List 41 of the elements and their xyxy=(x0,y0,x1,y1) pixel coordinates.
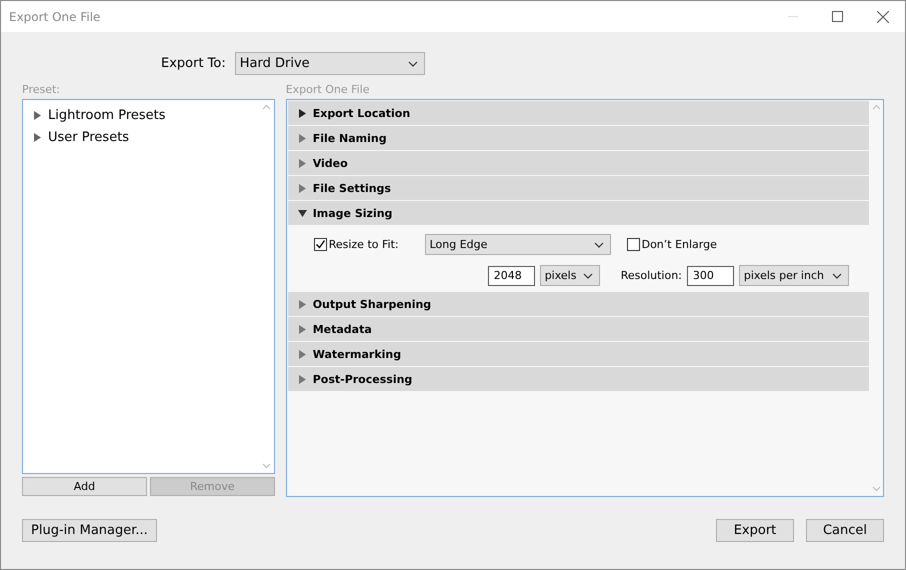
preset-folder[interactable]: User Presets xyxy=(33,126,250,148)
checkbox-label: Resize to Fit: xyxy=(328,238,399,251)
checkbox-label: Don’t Enlarge xyxy=(642,238,717,251)
minimize-icon[interactable] xyxy=(788,16,798,17)
export-button[interactable]: Export xyxy=(716,519,794,542)
scroll-up-icon[interactable] xyxy=(872,104,880,110)
window-title: Export One File xyxy=(9,10,102,24)
scroll-down-icon[interactable] xyxy=(872,486,880,492)
section-header[interactable]: Output Sharpening xyxy=(288,292,869,316)
scroll-down-icon[interactable] xyxy=(262,463,272,469)
section-header[interactable]: Metadata xyxy=(288,317,869,341)
unit-dropdown[interactable]: pixels xyxy=(540,265,600,286)
plugin-manager-button[interactable]: Plug-in Manager... xyxy=(22,519,157,542)
resolution-label: Resolution: xyxy=(620,269,682,282)
checkbox[interactable] xyxy=(314,238,327,251)
section-header[interactable]: File Naming xyxy=(288,126,869,150)
caret-icon xyxy=(582,272,593,278)
preset-label: Preset: xyxy=(22,83,62,98)
resolution-unit-dropdown[interactable]: pixels per inch xyxy=(738,265,849,286)
panel-label: Export One File xyxy=(286,83,371,98)
preset-folder[interactable]: Lightroom Presets xyxy=(33,104,250,126)
section-header[interactable]: Image Sizing xyxy=(288,201,869,225)
resolution-field[interactable]: 300 xyxy=(686,266,734,286)
export-to-label: Export To: xyxy=(161,56,226,71)
caret-icon xyxy=(408,60,418,66)
close-icon[interactable] xyxy=(876,10,888,22)
export-to-dropdown[interactable]: Hard Drive xyxy=(234,52,425,75)
cancel-button[interactable]: Cancel xyxy=(806,519,884,542)
section-header[interactable]: Export Location xyxy=(288,101,869,125)
maximize-icon[interactable] xyxy=(832,11,843,22)
caret-icon xyxy=(832,272,842,278)
caret-icon xyxy=(594,242,604,248)
section-header[interactable]: File Settings xyxy=(288,176,869,200)
fit-dropdown[interactable]: Long Edge xyxy=(424,234,611,255)
section-header[interactable]: Watermarking xyxy=(288,342,869,366)
add-button[interactable]: Add xyxy=(22,477,147,496)
scroll-up-icon[interactable] xyxy=(262,104,272,110)
section-header[interactable]: Video xyxy=(288,151,869,175)
size-field[interactable]: 2048 xyxy=(488,266,535,286)
section-header[interactable]: Post-Processing xyxy=(288,367,869,391)
checkbox[interactable] xyxy=(626,238,640,251)
